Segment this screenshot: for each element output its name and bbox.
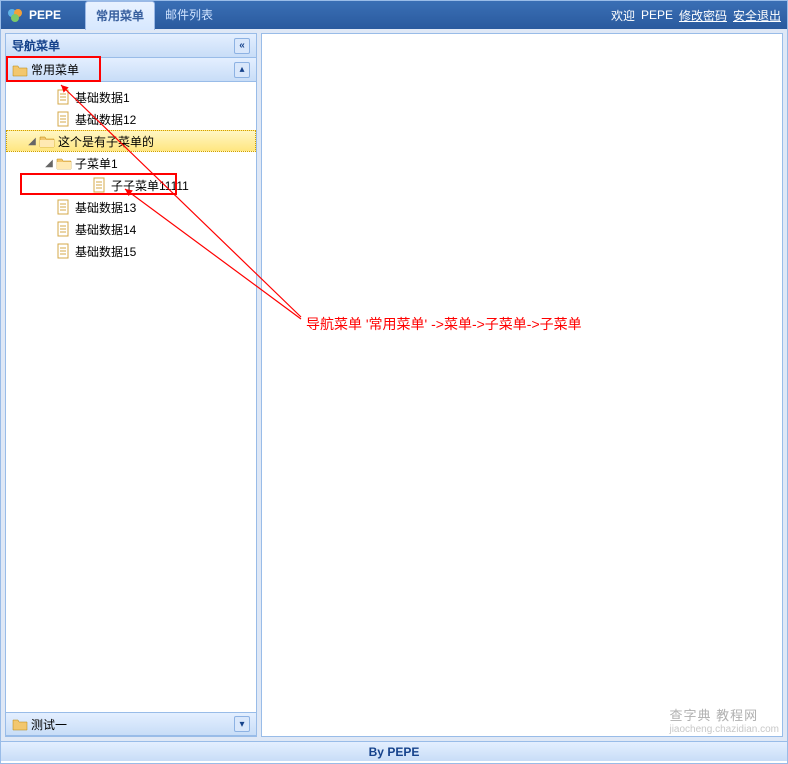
logout-link[interactable]: 安全退出 [733,7,781,24]
tree-leaf[interactable]: 子子菜单11111 [6,174,256,196]
tree-node-label: 基础数据15 [75,243,136,260]
expand-arrow-icon[interactable]: ◢ [42,158,56,169]
welcome-user: PEPE [641,8,673,22]
tree-branch[interactable]: ◢ 子菜单1 [6,152,256,174]
tree-leaf[interactable]: 基础数据12 [6,108,256,130]
tree-container: 基础数据1基础数据12◢这个是有子菜单的◢子菜单1子子菜单11111基础数据13… [6,82,256,712]
expand-arrow-icon[interactable]: ◢ [25,136,39,147]
footer-bar: By PEPE [1,741,787,761]
annotation-text: 导航菜单 '常用菜单' ->菜单->子菜单->子菜单 [306,314,582,334]
accordion-expand-icon[interactable]: ▾ [234,716,250,732]
change-password-link[interactable]: 修改密码 [679,7,727,24]
accordion-header-test[interactable]: 测试一 ▾ [6,712,256,736]
watermark: 查字典 教程网 jiaocheng.chazidian.com [669,705,779,735]
tab-mail-list[interactable]: 邮件列表 [155,1,223,29]
footer-text: By PEPE [369,745,420,759]
tree-node-label: 基础数据14 [75,221,136,238]
tab-common-menu[interactable]: 常用菜单 [85,1,155,30]
tree-node-label: 子子菜单11111 [111,177,189,194]
tree-node-label: 子菜单1 [75,155,118,172]
watermark-line2: jiaocheng.chazidian.com [669,724,779,735]
tree-branch[interactable]: ◢ 这个是有子菜单的 [6,130,256,152]
tree-node-label: 基础数据1 [75,89,130,106]
accordion-label: 测试一 [31,716,67,733]
logo-icon [7,7,23,23]
sidebar-title-bar: 导航菜单 « [6,34,256,58]
top-bar: PEPE 常用菜单 邮件列表 欢迎 PEPE 修改密码 安全退出 [1,1,787,29]
folder-icon [12,716,28,732]
tree-leaf[interactable]: 基础数据1 [6,86,256,108]
folder-icon [12,62,28,78]
main-tabs: 常用菜单 邮件列表 [85,1,611,29]
sidebar-title: 导航菜单 [12,37,60,54]
tree-node-label: 这个是有子菜单的 [58,133,154,150]
brand-title: PEPE [29,8,61,22]
accordion-header-common[interactable]: 常用菜单 ▴ [6,58,256,82]
tree-leaf[interactable]: 基础数据13 [6,196,256,218]
accordion-collapse-icon[interactable]: ▴ [234,62,250,78]
content-pane: 导航菜单 '常用菜单' ->菜单->子菜单->子菜单 [261,33,783,737]
watermark-line1: 查字典 教程网 [669,708,758,723]
tree-node-label: 基础数据12 [75,111,136,128]
accordion-label: 常用菜单 [31,61,79,78]
welcome-text: 欢迎 [611,7,635,24]
tree-node-label: 基础数据13 [75,199,136,216]
tree-leaf[interactable]: 基础数据14 [6,218,256,240]
tree-leaf[interactable]: 基础数据15 [6,240,256,262]
header-right: 欢迎 PEPE 修改密码 安全退出 [611,7,781,24]
sidebar-collapse-button[interactable]: « [234,38,250,54]
sidebar: 导航菜单 « 常用菜单 ▴ 基础数据1基础数据12◢这个是有子菜单的◢子菜单1子… [5,33,257,737]
